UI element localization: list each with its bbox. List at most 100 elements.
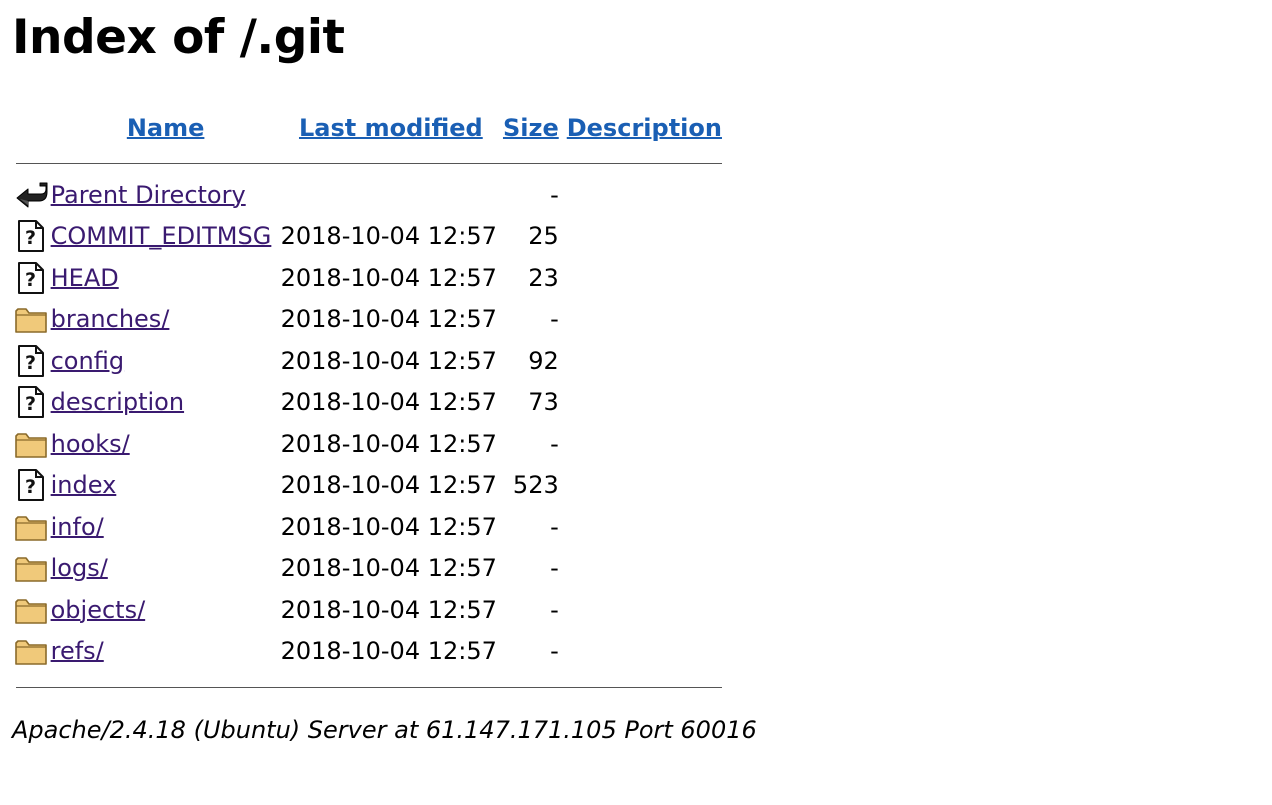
entry-link[interactable]: config <box>51 347 124 375</box>
entry-link[interactable]: objects/ <box>51 596 146 624</box>
entry-description <box>561 631 722 673</box>
entry-link[interactable]: logs/ <box>51 554 108 582</box>
entry-size: 92 <box>528 346 559 375</box>
entry-last-modified: 2018-10-04 12:57 <box>280 512 497 541</box>
entry-name-cell: refs/ <box>51 631 281 673</box>
entry-name-cell: info/ <box>51 506 281 548</box>
entry-last-modified: 2018-10-04 12:57 <box>280 263 497 292</box>
entries-list: Parent Directory -? COMMIT_EDITMSG 2018-10-… <box>12 174 722 672</box>
folder-icon <box>14 634 48 668</box>
entry-link[interactable]: index <box>51 471 117 499</box>
entry-link[interactable]: Parent Directory <box>51 181 246 209</box>
entry-size: 73 <box>528 388 559 417</box>
entry-name-cell: objects/ <box>51 589 281 631</box>
server-signature: Apache/2.4.18 (Ubuntu) Server at 61.147.… <box>12 716 757 744</box>
table-row: objects/2018-10-04 12:57 - <box>12 589 722 631</box>
entry-last-modified: 2018-10-04 12:57 <box>280 305 497 334</box>
entry-last-modified: 2018-10-04 12:57 <box>280 471 497 500</box>
entry-link[interactable]: HEAD <box>51 264 119 292</box>
entry-size: - <box>550 637 559 666</box>
entry-size: - <box>550 595 559 624</box>
folder-icon <box>14 427 48 461</box>
entry-icon-cell <box>12 299 51 341</box>
table-row: branches/2018-10-04 12:57 - <box>12 299 722 341</box>
entry-name-cell: config <box>51 340 281 382</box>
back-icon <box>14 178 48 212</box>
entry-description <box>561 548 722 590</box>
table-row: ? config 2018-10-04 12:57 92 <box>12 340 722 382</box>
unknown-file-icon: ? <box>14 219 48 253</box>
entry-size: - <box>550 554 559 583</box>
footer-separator-row <box>12 672 722 702</box>
table-row: ? HEAD 2018-10-04 12:57 23 <box>12 257 722 299</box>
entry-link[interactable]: COMMIT_EDITMSG <box>51 222 272 250</box>
unknown-file-icon: ? <box>14 385 48 419</box>
sort-by-last-modified-link[interactable]: Last modified <box>299 114 483 142</box>
entry-link[interactable]: description <box>51 388 184 416</box>
entry-name-cell: branches/ <box>51 299 281 341</box>
entry-link[interactable]: branches/ <box>51 305 170 333</box>
directory-listing-table: Name Last modified Size Description Pare… <box>12 104 722 702</box>
last-modified-column-header: Last modified <box>281 104 502 152</box>
entry-size: - <box>550 512 559 541</box>
entry-link[interactable]: hooks/ <box>51 430 130 458</box>
entry-description <box>561 340 722 382</box>
svg-text:?: ? <box>25 393 36 415</box>
table-row: Parent Directory - <box>12 174 722 216</box>
svg-text:?: ? <box>25 227 36 249</box>
svg-text:?: ? <box>25 352 36 374</box>
unknown-file-icon: ? <box>14 468 48 502</box>
entry-name-cell: HEAD <box>51 257 281 299</box>
entry-name-cell: Parent Directory <box>51 174 281 216</box>
table-row: ? COMMIT_EDITMSG 2018-10-04 12:57 25 <box>12 216 722 258</box>
svg-text:?: ? <box>25 476 36 498</box>
entry-last-modified: 2018-10-04 12:57 <box>280 637 497 666</box>
entry-last-modified: 2018-10-04 12:57 <box>280 388 497 417</box>
entry-name-cell: COMMIT_EDITMSG <box>51 216 281 258</box>
table-row: logs/2018-10-04 12:57 - <box>12 548 722 590</box>
sort-by-name-link[interactable]: Name <box>127 114 205 142</box>
size-column-header: Size <box>501 104 561 152</box>
folder-icon <box>14 510 48 544</box>
entry-icon-cell <box>12 174 51 216</box>
entry-icon-cell: ? <box>12 340 51 382</box>
entry-icon-cell: ? <box>12 465 51 507</box>
entry-last-modified: 2018-10-04 12:57 <box>280 222 497 251</box>
icon-column-header <box>12 104 51 152</box>
entry-description <box>561 382 722 424</box>
entry-size: - <box>550 305 559 334</box>
entry-icon-cell: ? <box>12 382 51 424</box>
entry-last-modified: 2018-10-04 12:57 <box>280 346 497 375</box>
entry-last-modified: 2018-10-04 12:57 <box>280 554 497 583</box>
entry-name-cell: description <box>51 382 281 424</box>
table-header-row: Name Last modified Size Description <box>12 104 722 152</box>
entry-link[interactable]: info/ <box>51 513 104 541</box>
entry-last-modified <box>281 174 502 216</box>
entry-size: 23 <box>528 263 559 292</box>
entry-icon-cell: ? <box>12 257 51 299</box>
entry-size: 25 <box>528 222 559 251</box>
entry-description <box>561 589 722 631</box>
folder-icon <box>14 593 48 627</box>
entry-link[interactable]: refs/ <box>51 637 104 665</box>
entry-last-modified: 2018-10-04 12:57 <box>280 429 497 458</box>
description-column-header: Description <box>561 104 722 152</box>
table-row: refs/2018-10-04 12:57 - <box>12 631 722 673</box>
entry-description <box>561 299 722 341</box>
table-row: ? description 2018-10-04 12:57 73 <box>12 382 722 424</box>
entry-icon-cell <box>12 631 51 673</box>
sort-by-size-link[interactable]: Size <box>503 114 559 142</box>
page-title: Index of /.git <box>12 10 345 65</box>
sort-by-description-link[interactable]: Description <box>567 114 722 142</box>
entry-icon-cell: ? <box>12 216 51 258</box>
entry-icon-cell <box>12 548 51 590</box>
entry-icon-cell <box>12 423 51 465</box>
folder-icon <box>14 551 48 585</box>
table-row: info/2018-10-04 12:57 - <box>12 506 722 548</box>
entry-description <box>561 506 722 548</box>
table-row: ? index 2018-10-04 12:57 523 <box>12 465 722 507</box>
entry-description <box>561 257 722 299</box>
header-separator-row <box>12 152 722 174</box>
footer-divider <box>16 686 722 688</box>
folder-icon <box>14 302 48 336</box>
